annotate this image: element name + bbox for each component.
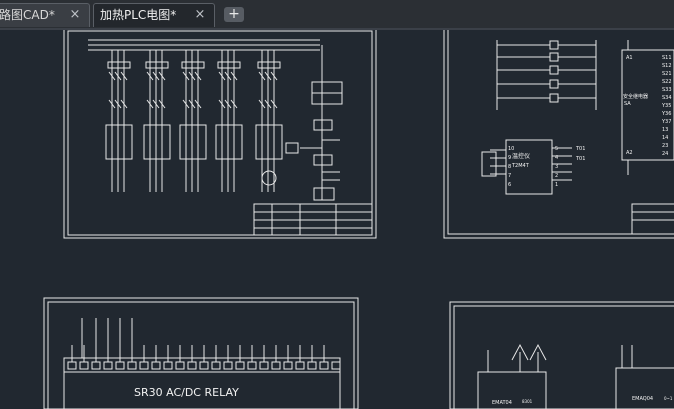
temp-output-label: T01 [575,156,585,162]
relay-pin-number: 24 [662,151,668,157]
plc-terminal [187,361,197,370]
plc-body [63,357,341,409]
sheet-motor-circuit [63,30,377,239]
relay-pin-a2: A2 [626,150,633,156]
document-tab-bar: 路图CAD* × 加热PLC电图* × + [0,0,674,30]
close-icon[interactable]: × [194,4,206,26]
plc-model-label: SR30 AC/DC RELAY [134,386,239,399]
relay-pin-number: Y35 [661,103,671,109]
motor-starter [179,124,207,160]
relay-pin-number: 14 [662,135,668,141]
temp-output-label: T01 [575,146,585,152]
plc-terminal [331,361,341,370]
plc-terminal [199,361,209,370]
module-emat04 [477,371,547,409]
plc-terminal [175,361,185,370]
plc-terminal [307,361,317,370]
temp-terminal-number: 9 [508,155,511,161]
temp-controller-model: T2M4T [511,163,530,169]
tab-cad-drawing[interactable]: 路图CAD* × [0,3,90,27]
safety-relay-model: SA [624,101,631,107]
plc-terminal [271,361,281,370]
relay-pin-number: Y37 [661,119,671,125]
temp-terminal-number: 1 [555,182,558,188]
temp-terminal-number: 10 [508,146,514,152]
motor-branch [143,50,171,192]
tab-label: 路图CAD* [0,8,55,22]
relay-pin-number: S21 [662,71,672,77]
sheet-expansion-modules [449,301,674,409]
motor-starter [255,124,283,160]
relay-pin-number: S12 [662,63,672,69]
sheet-safety-temperature [443,30,674,239]
plc-terminal [259,361,269,370]
module-left-sub: 8301 [522,399,533,404]
close-icon[interactable]: × [69,4,81,26]
plc-terminal [91,361,101,370]
relay-pin-a1: A1 [626,55,633,61]
temp-terminal-number: 4 [555,155,558,161]
plc-terminal [223,361,233,370]
plc-terminal [139,361,149,370]
motor-starter [143,124,171,160]
plc-terminal [163,361,173,370]
temp-terminal-number: 2 [555,173,558,179]
new-tab-button[interactable]: + [224,7,244,22]
plc-terminal [319,361,329,370]
tab-heating-plc-drawing[interactable]: 加热PLC电图* × [93,3,215,27]
module-left-label: EMAT04 [492,400,512,406]
relay-pin-number: S11 [662,55,672,61]
plc-terminal [235,361,245,370]
relay-pin-number: S34 [662,95,672,101]
safety-relay-name: 安全继电器 [623,93,648,100]
motor-starter [215,124,243,160]
drawing-canvas[interactable]: SR30 AC/DC RELAY 温控仪 T2M4T T01 T01 安全继电器… [0,30,674,409]
plc-terminal [151,361,161,370]
temp-terminal-number: 6 [508,182,511,188]
temp-terminal-number: 5 [555,146,558,152]
motor-starter [105,124,133,160]
motor-branch [179,50,207,192]
plc-terminal [103,361,113,370]
temp-controller-name: 温控仪 [512,152,530,160]
plc-terminal [283,361,293,370]
module-right-label: EMAQ04 [632,396,653,402]
plc-terminal [247,361,257,370]
plc-terminal [127,361,137,370]
tab-label: 加热PLC电图* [100,8,177,22]
module-emaq04 [615,367,674,409]
plc-terminal [79,361,89,370]
motor-branch [105,50,133,192]
plc-terminal [295,361,305,370]
relay-pin-number: S22 [662,79,672,85]
relay-pin-number: 23 [662,143,668,149]
plc-terminal [67,361,77,370]
plc-terminal [115,361,125,370]
module-right-sub: 0~1 [664,396,673,401]
temp-terminal-number: 8 [508,164,511,170]
relay-pin-number: Y36 [661,111,671,117]
temp-terminal-number: 7 [508,173,511,179]
temp-terminal-number: 3 [555,164,558,170]
plc-terminal [211,361,221,370]
motor-branch [215,50,243,192]
relay-pin-number: 13 [662,127,668,133]
relay-pin-number: S33 [662,87,672,93]
